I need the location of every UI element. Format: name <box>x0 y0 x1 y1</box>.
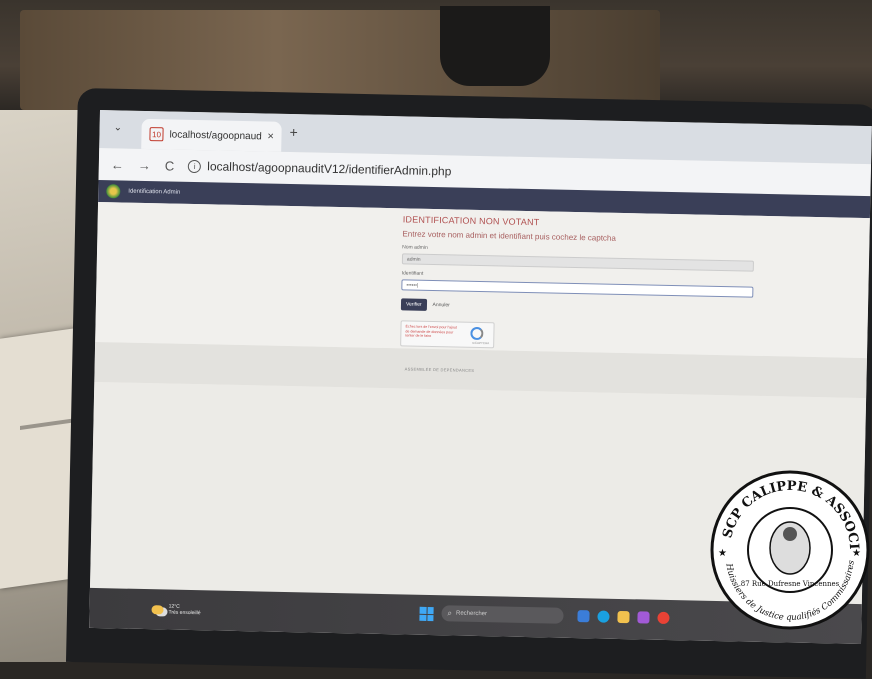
login-content: IDENTIFICATION NON VOTANT Entrez votre n… <box>95 201 870 359</box>
file-explorer-icon[interactable] <box>617 610 630 624</box>
search-placeholder: Rechercher <box>455 610 488 618</box>
stamp-address: 87 Rue Dufresne Vincennes <box>741 580 840 588</box>
tab-title: localhost/agoopnauditV12/ide <box>169 128 262 142</box>
weather-condition: Trés ensoleillé <box>168 609 201 617</box>
form-title: IDENTIFICATION NON VOTANT <box>402 214 540 228</box>
url-field[interactable]: i localhost/agoopnauditV12/identifierAdm… <box>188 159 452 179</box>
cancel-button[interactable]: Annuler <box>432 302 449 308</box>
weather-icon <box>151 604 164 614</box>
back-icon[interactable]: ← <box>111 157 124 172</box>
company-stamp: SCP CALIPPE & ASSOCIÉS Huissiers de Just… <box>708 468 870 630</box>
stamp-emblem-head <box>783 527 797 541</box>
reload-icon[interactable]: C <box>165 158 175 173</box>
search-icon: ⌕ <box>447 608 453 618</box>
forward-icon[interactable]: → <box>138 157 151 172</box>
taskbar-search[interactable]: ⌕ Rechercher <box>441 605 564 624</box>
stamp-star-right-icon: ★ <box>852 548 861 559</box>
captcha-widget[interactable]: Échec lors de l'envoi pour l'ajout de de… <box>400 320 495 349</box>
background-mug <box>440 6 550 86</box>
weather-text: 12°C Trés ensoleillé <box>168 604 200 617</box>
captcha-error-text: Échec lors de l'envoi pour l'ajout de de… <box>405 324 457 338</box>
footer-text: ASSEMBLÉE DE DEPENDANCES <box>404 365 475 373</box>
verify-button[interactable]: Verifier <box>400 298 427 311</box>
task-view-icon[interactable] <box>577 610 590 623</box>
form-buttons: Verifier Annuler <box>400 298 761 318</box>
url-text: localhost/agoopnauditV12/identifierAdmin… <box>207 159 452 179</box>
chrome-icon[interactable] <box>657 611 670 625</box>
site-info-icon[interactable]: i <box>188 159 202 173</box>
browser-tab-active[interactable]: 10 localhost/agoopnauditV12/ide × <box>141 118 282 152</box>
stamp-star-left-icon: ★ <box>718 548 727 559</box>
edge-icon[interactable] <box>597 610 610 623</box>
start-icon[interactable] <box>419 606 434 622</box>
login-form: IDENTIFICATION NON VOTANT Entrez votre n… <box>400 214 763 354</box>
form-subtitle: Entrez votre nom admin et identifiant pu… <box>402 229 616 243</box>
header-title: Identification Admin <box>128 188 181 196</box>
recaptcha-icon <box>470 326 484 341</box>
weather-widget[interactable]: 12°C Trés ensoleillé <box>151 603 201 617</box>
new-tab-icon[interactable]: + <box>289 124 298 140</box>
favicon-icon: 10 <box>149 127 164 142</box>
taskbar-apps <box>577 610 670 625</box>
store-icon[interactable] <box>637 611 650 624</box>
captcha-brand: reCAPTCHA <box>472 340 490 346</box>
site-logo <box>106 184 121 199</box>
close-tab-icon[interactable]: × <box>267 131 274 143</box>
tab-search-dropdown-icon[interactable]: ⌄ <box>114 122 123 133</box>
